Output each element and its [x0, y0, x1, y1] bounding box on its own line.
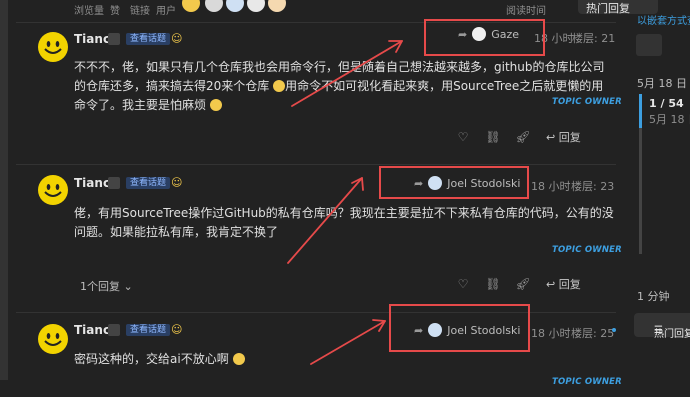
- timeline-position: 1 / 54: [649, 97, 684, 110]
- bookmark-box-icon[interactable]: [636, 34, 662, 56]
- post-time[interactable]: 18 小时: [531, 178, 571, 194]
- post-floor: 楼层: 23: [571, 180, 615, 193]
- reply-button-label: 回复: [558, 278, 581, 291]
- topic-badge[interactable]: 查看话题: [126, 324, 171, 336]
- post-body-text: 密码这种的，交给ai不放心啊: [74, 352, 233, 366]
- top-user-avatar[interactable]: [226, 0, 244, 12]
- annotation-arrowhead: [388, 40, 403, 53]
- rocket-icon[interactable]: 🚀︎: [515, 277, 530, 291]
- link-icon[interactable]: ⛓: [485, 277, 500, 291]
- user-flair-icon: [108, 324, 120, 336]
- top-user-avatar[interactable]: [205, 0, 223, 12]
- topic-owner-tag: TOPIC OWNER: [552, 97, 622, 107]
- chevron-down-icon: ⌄: [123, 280, 133, 293]
- post-body: 密码这种的，交给ai不放心啊: [74, 350, 614, 369]
- topic-owner-tag: TOPIC OWNER: [552, 245, 622, 255]
- stat-users-label: 用户: [156, 6, 176, 17]
- top-user-avatar[interactable]: [247, 0, 265, 12]
- reply-button[interactable]: ↩ 回复: [546, 276, 581, 292]
- timeline-start-date[interactable]: 5月 18 日: [637, 75, 687, 91]
- hot-replies-button[interactable]: ☰ 热门回复: [634, 313, 690, 340]
- reply-arrow-icon: ↩: [546, 131, 556, 144]
- hot-replies-label: 热门回复: [654, 329, 690, 340]
- post-body: 不不不，佬，如果只有几个仓库我也会用命令行，但是随着自己想法越来越多，githu…: [74, 58, 614, 115]
- highlight-box: [424, 19, 545, 56]
- post-body: 佬，有用SourceTree操作过GitHub的私有仓库吗？我现在主要是拉不下来…: [74, 204, 614, 242]
- rocket-icon[interactable]: 🚀︎: [515, 130, 530, 144]
- topic-badge[interactable]: 查看话题: [126, 33, 171, 45]
- user-flair-icon: [108, 33, 120, 45]
- stat-views-label: 浏览量: [74, 6, 104, 17]
- post-floor: 楼层: 21: [572, 32, 616, 45]
- stat-likes-label: 赞: [110, 6, 120, 17]
- post-body-text: 佬，有用SourceTree操作过GitHub的私有仓库吗？我现在主要是拉不下来…: [74, 206, 614, 239]
- rofl-emoji-icon: [273, 80, 286, 92]
- highlight-box: [379, 166, 529, 199]
- post-actions: ♡ ⛓ 🚀︎ ↩ 回复: [456, 276, 581, 292]
- timeline-handle[interactable]: [639, 94, 642, 128]
- reply-button[interactable]: ↩ 回复: [546, 129, 581, 145]
- replies-count: 1个回复: [80, 280, 120, 293]
- status-emoji-icon: ☺: [171, 32, 183, 45]
- rofl-emoji-icon: [232, 353, 245, 365]
- heart-icon[interactable]: ♡: [456, 277, 470, 291]
- nested-view-link[interactable]: 以嵌套方式查看: [637, 12, 690, 27]
- user-avatar[interactable]: [38, 32, 68, 62]
- reply-arrow-icon: ↩: [546, 278, 556, 291]
- hot-replies-top-label: 热门回复: [586, 2, 630, 15]
- post-floor: 楼层: 25: [571, 327, 615, 340]
- post-author[interactable]: Tianc: [74, 176, 110, 190]
- post-author[interactable]: Tianc: [74, 32, 110, 46]
- status-emoji-icon: ☺: [171, 323, 183, 336]
- post-actions: ♡ ⛓ 🚀︎ ↩ 回复: [456, 129, 581, 145]
- annotation-arrowhead: [372, 319, 386, 332]
- top-user-avatar[interactable]: [182, 0, 200, 12]
- left-rail: [0, 0, 8, 380]
- grin-emoji-icon: [209, 99, 222, 111]
- topic-owner-tag: TOPIC OWNER: [552, 377, 622, 387]
- post-author[interactable]: Tianc: [74, 323, 110, 337]
- topic-badge[interactable]: 查看话题: [126, 177, 171, 189]
- user-avatar[interactable]: [38, 324, 68, 354]
- user-avatar[interactable]: [38, 175, 68, 205]
- link-icon[interactable]: ⛓: [485, 130, 500, 144]
- highlight-box: [389, 304, 530, 352]
- reply-button-label: 回复: [558, 131, 581, 144]
- status-emoji-icon: ☺: [171, 176, 183, 189]
- post-time[interactable]: 18 小时: [531, 325, 571, 341]
- topic-timeline-sidebar: 以嵌套方式查看 5月 18 日 1 / 54 5月 18 日 1 分钟 ☰ 热门…: [630, 0, 690, 397]
- stat-links-label: 链接: [130, 6, 150, 17]
- stat-read-time-label: 阅读时间: [506, 6, 546, 17]
- unread-dot-icon: [612, 328, 616, 332]
- topic-stats-bar: 浏览量 赞 链接 用户 阅读时间 热门回复: [40, 0, 658, 18]
- annotation-arrowhead: [351, 177, 364, 191]
- user-flair-icon: [108, 177, 120, 189]
- heart-icon[interactable]: ♡: [456, 130, 470, 144]
- post-divider: [16, 164, 616, 165]
- top-user-avatar[interactable]: [268, 0, 286, 12]
- timeline-end-ago[interactable]: 1 分钟: [637, 288, 670, 304]
- show-replies-button[interactable]: 1个回复 ⌄: [80, 278, 133, 294]
- timeline-position-date: 5月 18 日: [649, 113, 690, 126]
